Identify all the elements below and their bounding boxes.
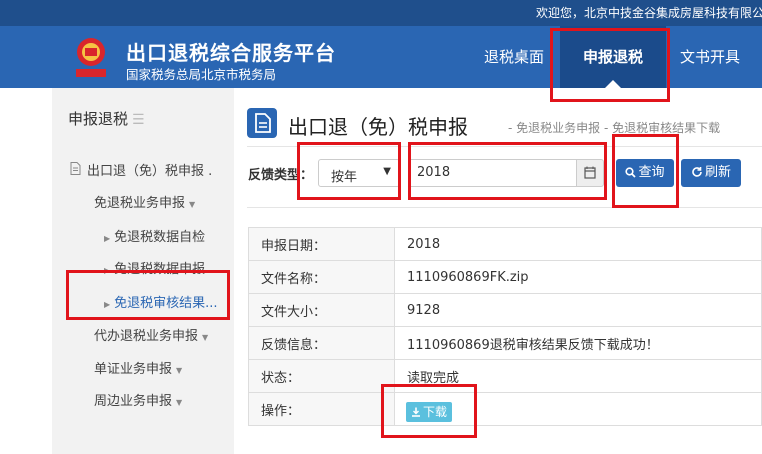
caret-down-icon: ▼: [383, 166, 391, 177]
table-row: 文件名称： 1110960869FK.zip: [248, 260, 762, 294]
refresh-icon: [692, 167, 702, 177]
row-value: 9128: [394, 293, 762, 327]
refresh-button-label: 刷新: [704, 165, 731, 180]
sidebar-title: 申报退税 ☰: [68, 108, 145, 129]
row-key: 反馈信息：: [248, 326, 395, 360]
row-key: 文件大小：: [248, 293, 395, 327]
sidebar-item-agent-business-label: 代办退税业务申报: [94, 329, 199, 344]
download-icon: [412, 407, 420, 417]
menu-lines-icon[interactable]: ☰: [132, 112, 145, 128]
sidebar-title-label: 申报退税: [68, 110, 129, 128]
calendar-icon[interactable]: [576, 159, 604, 187]
tax-emblem-icon: [70, 36, 112, 80]
row-key: 申报日期：: [248, 227, 395, 261]
feedback-type-label: 反馈类型：: [248, 168, 314, 183]
query-button[interactable]: 查询: [616, 159, 674, 187]
query-button-label: 查询: [638, 165, 665, 180]
sidebar-item-audit-result[interactable]: ▶ 免退税审核结果...: [104, 292, 218, 311]
sidebar-item-peripheral-business[interactable]: 周边业务申报 ▼: [94, 390, 182, 409]
row-key: 状态：: [248, 359, 395, 393]
refresh-button[interactable]: 刷新: [681, 159, 741, 187]
feedback-type-select[interactable]: 按年 ▼: [318, 159, 400, 187]
divider: [247, 146, 762, 147]
download-button-inner[interactable]: 下载: [406, 402, 453, 422]
document-icon: [70, 162, 81, 179]
sidebar: 申报退税 ☰ 出口退（免）税申报 . 免退税业务申报 ▼ ▶ 免退税数据自检 ▶ 免退税…: [52, 88, 234, 454]
row-value: 1110960869退税审核结果反馈下载成功！: [394, 326, 762, 360]
download-button[interactable]: 下载: [406, 401, 453, 422]
table-row: 申报日期： 2018: [248, 227, 762, 261]
sidebar-item-data-declare-label: 免退税数据申报: [114, 262, 206, 277]
chevron-down-icon: ▼: [202, 333, 209, 342]
sidebar-item-agent-business[interactable]: 代办退税业务申报 ▼: [94, 325, 208, 344]
welcome-text: 欢迎您，北京中技金谷集成房屋科技有限公司: [536, 6, 762, 20]
chevron-down-icon: ▼: [176, 366, 183, 375]
sidebar-item-export-refund-label: 出口退（免）税申报 .: [87, 164, 213, 179]
chevron-down-icon: ▼: [176, 398, 183, 407]
page-title: 出口退（免）税申报: [288, 115, 468, 139]
row-value: 2018: [394, 227, 762, 261]
chevron-down-icon: ▼: [189, 200, 196, 209]
sidebar-item-refund-business-label: 免退税业务申报: [94, 196, 186, 211]
nav-declare-refund[interactable]: 申报退税: [560, 26, 666, 88]
search-icon: [625, 167, 637, 178]
triangle-right-icon: ▶: [104, 266, 111, 275]
table-row: 状态： 读取完成: [248, 359, 762, 393]
breadcrumb-item[interactable]: - 免退税业务申报: [508, 121, 600, 135]
result-details-table: 申报日期： 2018 文件名称： 1110960869FK.zip 文件大小： …: [248, 227, 762, 426]
sidebar-item-export-refund[interactable]: 出口退（免）税申报 .: [70, 160, 212, 179]
sidebar-item-certificate-business-label: 单证业务申报: [94, 362, 173, 377]
document-icon: [247, 108, 277, 138]
top-bar: 欢迎您，北京中技金谷集成房屋科技有限公司: [0, 0, 762, 26]
site-header: 出口退税综合服务平台 国家税务总局北京市税务局 退税桌面 申报退税 文书开具: [0, 26, 762, 88]
sidebar-item-data-declare[interactable]: ▶ 免退税数据申报: [104, 258, 205, 277]
triangle-right-icon: ▶: [104, 234, 111, 243]
sidebar-item-peripheral-business-label: 周边业务申报: [94, 394, 173, 409]
divider: [247, 207, 762, 208]
breadcrumb-item: - 免退税审核结果下载: [603, 121, 721, 135]
sidebar-item-certificate-business[interactable]: 单证业务申报 ▼: [94, 358, 182, 377]
feedback-type-value: 按年: [331, 170, 358, 185]
triangle-right-icon: ▶: [104, 300, 111, 309]
row-value: 读取完成: [394, 359, 762, 393]
row-key: 文件名称：: [248, 260, 395, 294]
site-title: 出口退税综合服务平台: [126, 41, 336, 65]
breadcrumb: - 免退税业务申报 - 免退税审核结果下载: [508, 119, 720, 136]
row-key: 操作：: [248, 392, 395, 426]
table-row: 反馈信息： 1110960869退税审核结果反馈下载成功！: [248, 326, 762, 360]
table-row: 文件大小： 9128: [248, 293, 762, 327]
nav-document-issue[interactable]: 文书开具: [668, 26, 752, 88]
date-input[interactable]: 2018: [408, 159, 576, 187]
sidebar-item-refund-business[interactable]: 免退税业务申报 ▼: [94, 192, 195, 211]
row-value: 1110960869FK.zip: [394, 260, 762, 294]
sidebar-item-audit-result-label: 免退税审核结果...: [114, 296, 218, 311]
download-button-label: 下载: [423, 405, 448, 419]
table-row: 操作：: [248, 392, 762, 426]
sidebar-item-data-check-label: 免退税数据自检: [114, 230, 206, 245]
site-subtitle: 国家税务总局北京市税务局: [126, 67, 277, 82]
nav-tax-desk[interactable]: 退税桌面: [472, 26, 556, 88]
sidebar-item-data-check[interactable]: ▶ 免退税数据自检: [104, 226, 205, 245]
